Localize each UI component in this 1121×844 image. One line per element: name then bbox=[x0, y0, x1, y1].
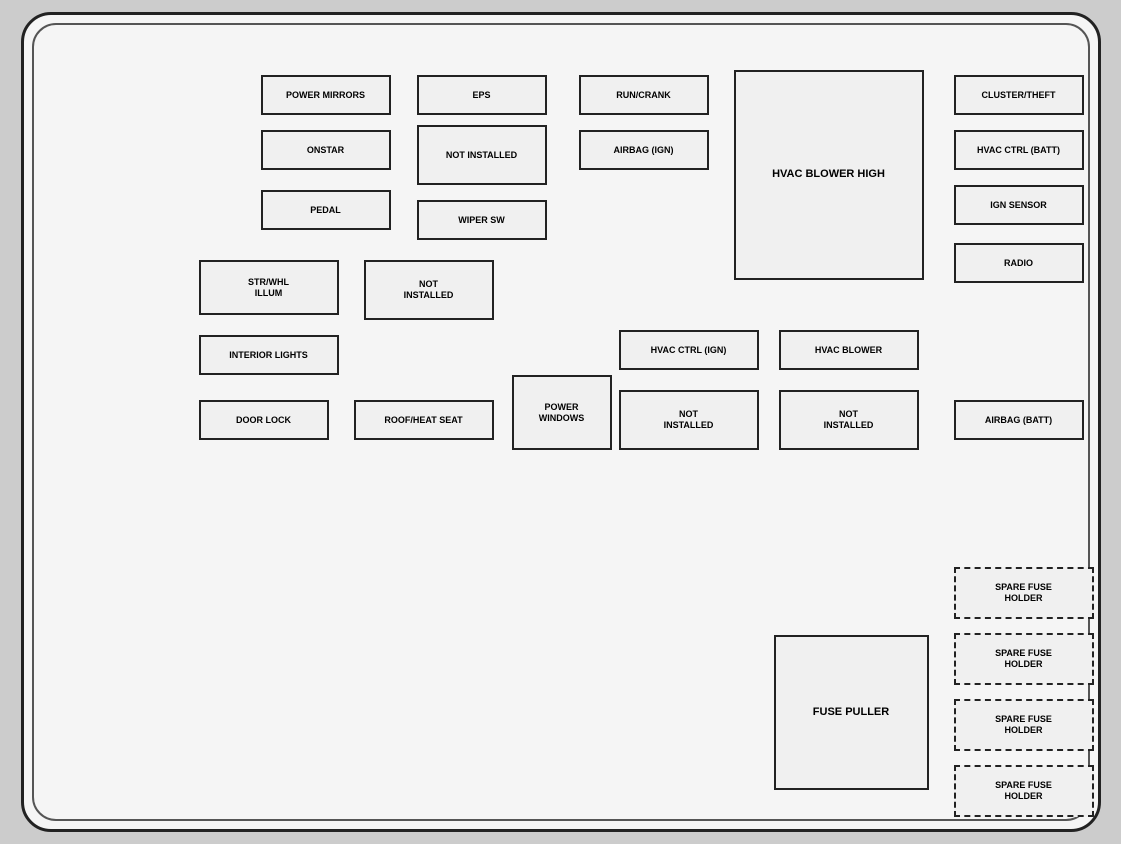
fuse-interior-lights: INTERIOR LIGHTS bbox=[199, 335, 339, 375]
fuse-spare-holder-3: SPARE FUSE HOLDER bbox=[954, 699, 1094, 751]
fuse-wiper-sw: WIPER SW bbox=[417, 200, 547, 240]
fuse-onstar: ONSTAR bbox=[261, 130, 391, 170]
fuse-diagram: POWER MIRRORS EPS RUN/CRANK CLUSTER/THEF… bbox=[21, 12, 1101, 832]
fuse-puller: FUSE PULLER bbox=[774, 635, 929, 790]
fuse-spare-holder-2: SPARE FUSE HOLDER bbox=[954, 633, 1094, 685]
fuse-power-windows: POWER WINDOWS bbox=[512, 375, 612, 450]
fuse-spare-holder-4: SPARE FUSE HOLDER bbox=[954, 765, 1094, 817]
fuse-hvac-blower: HVAC BLOWER bbox=[779, 330, 919, 370]
fuse-run-crank: RUN/CRANK bbox=[579, 75, 709, 115]
fuse-str-whl-illum: STR/WHL ILLUM bbox=[199, 260, 339, 315]
fuse-airbag-batt: AIRBAG (BATT) bbox=[954, 400, 1084, 440]
fuse-airbag-ign: AIRBAG (IGN) bbox=[579, 130, 709, 170]
fuse-hvac-ctrl-batt: HVAC CTRL (BATT) bbox=[954, 130, 1084, 170]
fuse-hvac-ctrl-ign: HVAC CTRL (IGN) bbox=[619, 330, 759, 370]
fuse-not-installed-2: NOT INSTALLED bbox=[364, 260, 494, 320]
fuse-not-installed-3: NOT INSTALLED bbox=[619, 390, 759, 450]
fuse-spare-holder-1: SPARE FUSE HOLDER bbox=[954, 567, 1094, 619]
fuse-not-installed-1: NOT INSTALLED bbox=[417, 125, 547, 185]
fuse-ign-sensor: IGN SENSOR bbox=[954, 185, 1084, 225]
fuse-hvac-blower-high: HVAC BLOWER HIGH bbox=[734, 70, 924, 280]
fuse-eps: EPS bbox=[417, 75, 547, 115]
fuse-door-lock: DOOR LOCK bbox=[199, 400, 329, 440]
fuse-power-mirrors: POWER MIRRORS bbox=[261, 75, 391, 115]
fuse-cluster-theft: CLUSTER/THEFT bbox=[954, 75, 1084, 115]
fuse-roof-heat-seat: ROOF/HEAT SEAT bbox=[354, 400, 494, 440]
fuse-radio: RADIO bbox=[954, 243, 1084, 283]
fuse-not-installed-4: NOT INSTALLED bbox=[779, 390, 919, 450]
fuse-pedal: PEDAL bbox=[261, 190, 391, 230]
